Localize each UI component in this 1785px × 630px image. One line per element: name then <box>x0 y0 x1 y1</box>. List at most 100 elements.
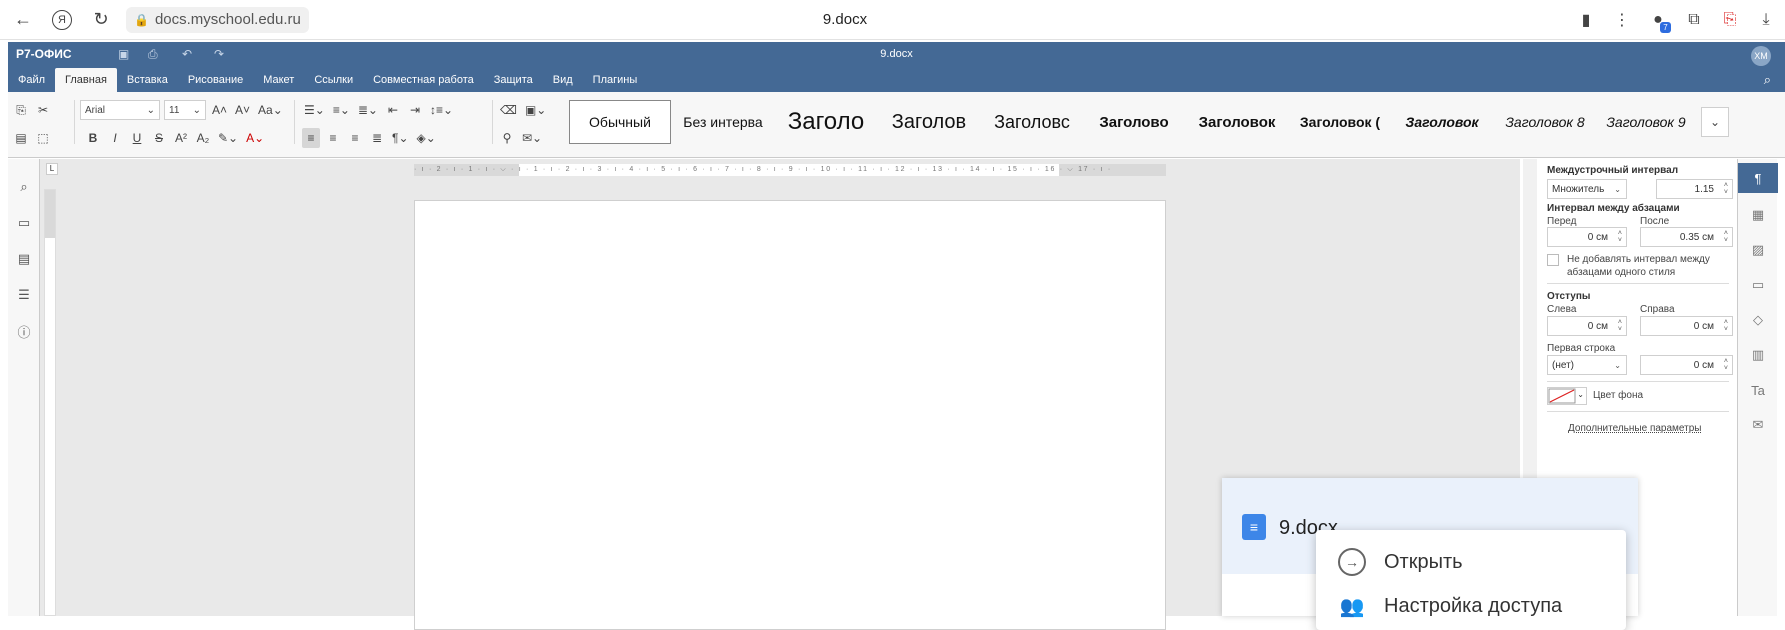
image-settings-icon[interactable]: ▨ <box>1738 239 1778 261</box>
tab-collaboration[interactable]: Совместная работа <box>363 68 484 92</box>
style-heading-7[interactable]: Заголовок <box>1391 100 1493 144</box>
advanced-settings-link[interactable]: Дополнительные параметры <box>1568 423 1701 434</box>
mail-merge-icon[interactable]: ✉ <box>1738 414 1778 436</box>
tab-file[interactable]: Файл <box>8 68 55 92</box>
tab-insert[interactable]: Вставка <box>117 68 178 92</box>
extensions-icon[interactable]: ⧉ <box>1683 9 1705 31</box>
context-item-access-settings[interactable]: 👥 Настройка доступа <box>1316 586 1626 626</box>
align-center-icon[interactable]: ≡ <box>324 128 342 148</box>
decrease-indent-icon[interactable]: ⇤ <box>384 100 402 120</box>
style-heading-8[interactable]: Заголовок 8 <box>1493 100 1597 144</box>
tab-home[interactable]: Главная <box>55 68 117 92</box>
style-heading-5[interactable]: Заголовок <box>1185 100 1289 144</box>
bullets-icon[interactable]: ☰⌄ <box>302 100 327 120</box>
multilevel-icon[interactable]: ≣⌄ <box>356 100 380 120</box>
tab-protection[interactable]: Защита <box>484 68 543 92</box>
paragraph-spacing-title: Интервал между абзацами <box>1547 203 1680 214</box>
copy-icon[interactable]: ⎘ <box>12 100 30 120</box>
tab-draw[interactable]: Рисование <box>178 68 253 92</box>
spacing-after-input[interactable]: 0.35 см ˄ ˅ <box>1640 227 1733 247</box>
tab-plugins[interactable]: Плагины <box>583 68 648 92</box>
tab-references[interactable]: Ссылки <box>304 68 363 92</box>
cut-icon[interactable]: ✂ <box>34 100 52 120</box>
highlight-icon[interactable]: ✎⌄ <box>216 128 240 148</box>
style-no-spacing[interactable]: Без интерва <box>671 100 775 144</box>
clear-format-icon[interactable]: ⌫ <box>498 100 519 120</box>
browser-toolbar: ← Я ↻ 🔒 docs.myschool.edu.ru 9.docx ▮ ⋮ … <box>0 0 1785 40</box>
align-left-icon[interactable]: ≡ <box>302 128 320 148</box>
change-case-icon[interactable]: Aa⌄ <box>256 100 285 120</box>
download-arrow-icon[interactable]: ⤓ <box>1755 9 1777 31</box>
style-heading-1[interactable]: Заголо <box>775 100 877 144</box>
yandex-icon[interactable]: Я <box>52 9 72 30</box>
strikethrough-icon[interactable]: S <box>150 128 168 148</box>
document-page[interactable] <box>414 200 1166 630</box>
style-heading-4[interactable]: Заголово <box>1083 100 1185 144</box>
vertical-ruler[interactable] <box>44 189 56 616</box>
style-heading-2[interactable]: Заголов <box>877 100 981 144</box>
search-icon[interactable]: ⌕ <box>8 177 40 197</box>
mail-merge-icon[interactable]: ✉⌄ <box>520 128 544 148</box>
shading-icon[interactable]: ◈⌄ <box>415 128 438 148</box>
align-right-icon[interactable]: ≡ <box>346 128 364 148</box>
context-item-open[interactable]: → Открыть <box>1316 542 1626 582</box>
line-spacing-input[interactable]: 1.15 ˄ ˅ <box>1656 179 1733 199</box>
chart-settings-icon[interactable]: ▥ <box>1738 344 1778 366</box>
first-line-input[interactable]: 0 см ˄ ˅ <box>1640 355 1733 375</box>
tab-layout[interactable]: Макет <box>253 68 304 92</box>
line-spacing-icon[interactable]: ↕≡⌄ <box>428 100 455 120</box>
style-heading-6[interactable]: Заголовок ( <box>1289 100 1391 144</box>
paragraph-settings-icon[interactable]: ¶ <box>1738 163 1778 193</box>
styles-gallery: Обычный Без интерва Заголо Заголов Загол… <box>569 100 1695 144</box>
italic-icon[interactable]: I <box>106 128 124 148</box>
table-settings-icon[interactable]: ▦ <box>1738 204 1778 226</box>
comments-icon[interactable]: ▭ <box>8 213 40 233</box>
header-footer-icon[interactable]: ▭ <box>1738 274 1778 296</box>
pdf-icon[interactable]: ⎘ <box>1719 9 1741 31</box>
increase-font-icon[interactable]: A˄ <box>210 100 229 120</box>
horizontal-ruler[interactable]: · ı · 2 · ı · 1 · ı · ⌵ · ı · 1 · ı · 2 … <box>414 164 1166 176</box>
right-indent-input[interactable]: 0 см ˄ ˅ <box>1640 316 1733 336</box>
reload-icon[interactable]: ↻ <box>86 5 116 35</box>
first-line-mode-select[interactable]: (нет) ⌄ <box>1547 355 1627 375</box>
increase-indent-icon[interactable]: ⇥ <box>406 100 424 120</box>
tab-view[interactable]: Вид <box>543 68 583 92</box>
select-all-icon[interactable]: ⬚ <box>34 128 52 148</box>
subscript-icon[interactable]: A₂ <box>194 128 212 148</box>
navigation-icon[interactable]: ☰ <box>8 285 40 305</box>
font-size-select[interactable]: 11 ⌄ <box>164 100 206 120</box>
style-heading-9[interactable]: Заголовок 9 <box>1597 100 1695 144</box>
search-icon[interactable]: ⌕ <box>1764 72 1771 88</box>
bold-icon[interactable]: B <box>84 128 102 148</box>
underline-icon[interactable]: U <box>128 128 146 148</box>
tab-stop-selector[interactable]: L <box>46 163 58 175</box>
spacing-before-input[interactable]: 0 см ˄ ˅ <box>1547 227 1627 247</box>
left-indent-input[interactable]: 0 см ˄ ˅ <box>1547 316 1627 336</box>
align-justify-icon[interactable]: ≣ <box>368 128 386 148</box>
text-art-icon[interactable]: Ta <box>1738 379 1778 401</box>
paste-icon[interactable]: ▤ <box>12 128 30 148</box>
bookmark-icon[interactable]: ▮ <box>1575 9 1597 31</box>
downloads-icon[interactable]: ● 7 <box>1647 9 1671 33</box>
color-scheme-icon[interactable]: ▣⌄ <box>523 100 548 120</box>
avatar[interactable]: ХМ <box>1751 46 1771 66</box>
info-icon[interactable]: ⓘ <box>8 321 40 341</box>
style-normal[interactable]: Обычный <box>569 100 671 144</box>
address-bar[interactable]: 🔒 docs.myschool.edu.ru <box>126 6 309 33</box>
superscript-icon[interactable]: A² <box>172 128 190 148</box>
paragraph-marks-icon[interactable]: ¶⌄ <box>390 128 411 148</box>
styles-expand-chevron-icon[interactable]: ⌄ <box>1701 107 1729 137</box>
no-space-checkbox[interactable] <box>1547 254 1559 266</box>
decrease-font-icon[interactable]: A˅ <box>233 100 252 120</box>
line-spacing-mode-select[interactable]: Множитель ⌄ <box>1547 179 1627 199</box>
copy-style-icon[interactable]: ⚲ <box>498 128 516 148</box>
back-arrow-icon[interactable]: ← <box>8 5 38 35</box>
shape-settings-icon[interactable]: ◇ <box>1738 309 1778 331</box>
font-color-icon[interactable]: A⌄ <box>244 128 266 148</box>
numbering-icon[interactable]: ≡⌄ <box>331 100 352 120</box>
font-name-select[interactable]: Arial ⌄ <box>80 100 160 120</box>
more-menu-icon[interactable]: ⋮ <box>1611 9 1633 31</box>
background-color-picker[interactable]: ⌄ <box>1547 387 1587 405</box>
chat-icon[interactable]: ▤ <box>8 249 40 269</box>
style-heading-3[interactable]: Заголовс <box>981 100 1083 144</box>
